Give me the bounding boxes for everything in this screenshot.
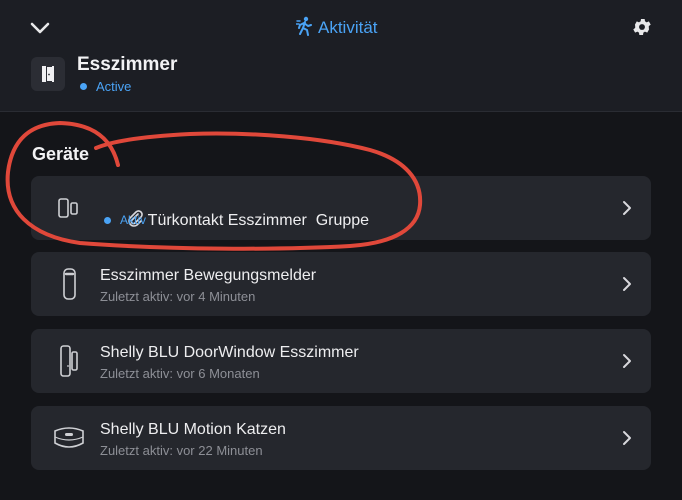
device-subtitle: Zuletzt aktiv: vor 6 Monaten (100, 366, 260, 381)
status-dot (80, 83, 87, 90)
chevron-down-icon[interactable] (26, 14, 54, 42)
status-dot (104, 216, 111, 224)
chevron-right-icon (617, 351, 637, 371)
device-title: Shelly BLU Motion Katzen (100, 421, 286, 438)
room-header: Aktivität Esszimmer Active (0, 0, 682, 112)
device-status: Aktiv (104, 213, 146, 227)
walking-person-icon (295, 16, 314, 41)
device-card[interactable]: Esszimmer Bewegungsmelder Zuletzt aktiv:… (31, 252, 651, 316)
room-status: Active (80, 79, 131, 94)
door-window-sensor-icon (49, 341, 89, 381)
chevron-right-icon (617, 428, 637, 448)
devices-section-title: Geräte (32, 144, 90, 164)
activity-link[interactable]: Aktivität (295, 15, 378, 41)
device-subtitle: Zuletzt aktiv: vor 22 Minuten (100, 443, 263, 458)
motion-sensor-icon (49, 264, 89, 304)
device-card[interactable]: Shelly BLU Motion Katzen Zuletzt aktiv: … (31, 406, 651, 470)
door-icon (31, 57, 65, 91)
door-contact-icon (49, 188, 89, 228)
room-status-label: Active (96, 79, 132, 94)
motion-puck-icon (49, 418, 89, 458)
device-title: Shelly BLU DoorWindow Esszimmer (100, 344, 359, 361)
device-status-label: Aktiv (120, 213, 147, 227)
device-title-text: Türkontakt Esszimmer Gruppe (147, 211, 370, 229)
device-subtitle: Zuletzt aktiv: vor 4 Minuten (100, 289, 256, 304)
device-title: Esszimmer Bewegungsmelder (100, 267, 317, 284)
gear-icon[interactable] (627, 12, 657, 42)
activity-label: Aktivität (318, 18, 378, 37)
device-card[interactable]: Shelly BLU DoorWindow Esszimmer Zuletzt … (31, 329, 651, 393)
chevron-right-icon (617, 274, 637, 294)
room-name: Esszimmer (77, 54, 178, 75)
device-card[interactable]: Türkontakt Esszimmer Gruppe Aktiv (31, 176, 651, 240)
chevron-right-icon (617, 198, 637, 218)
